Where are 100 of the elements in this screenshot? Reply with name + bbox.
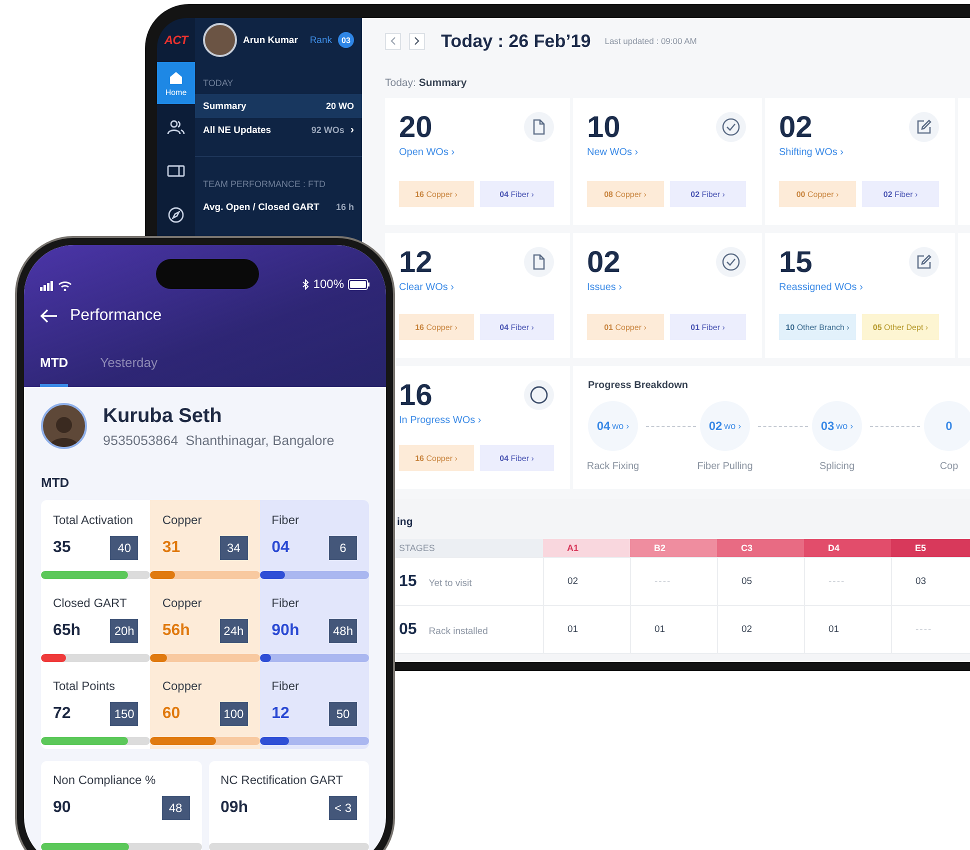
step-label: Fiber Pulling	[697, 461, 753, 472]
table-cell: ----	[630, 558, 717, 606]
metric-value: 65h	[53, 622, 81, 640]
document-icon	[532, 119, 546, 135]
avatar	[203, 23, 237, 57]
category-chip[interactable]: 02 Fiber ›	[862, 181, 939, 207]
category-chip[interactable]: 04 Fiber ›	[480, 314, 554, 340]
nav-item[interactable]: Home	[157, 62, 195, 104]
category-chip[interactable]: 16 Copper ›	[399, 445, 474, 471]
item-label: All NE Updates	[203, 124, 272, 136]
category-chip[interactable]: 01 Copper ›	[587, 314, 664, 340]
wo-count: 12	[399, 247, 432, 279]
category-chip[interactable]: 10 Other Branch ›	[779, 314, 856, 340]
column-header: E5	[891, 539, 970, 558]
category-chip[interactable]: 04 Fiber ›	[480, 181, 554, 207]
circle-icon	[530, 386, 548, 404]
avatar	[41, 403, 87, 449]
stage-name: Rack installed	[428, 626, 488, 636]
metric-value: 04	[272, 539, 290, 557]
stage-count: 15	[399, 572, 417, 590]
column-header: B2	[630, 539, 717, 558]
metric-value: 60	[162, 705, 180, 723]
metric-label: Fiber	[272, 679, 300, 693]
metric-value: 12	[272, 705, 290, 723]
wo-link[interactable]: Shifting WOs ›	[779, 147, 939, 158]
target-badge: 34	[220, 536, 248, 560]
category-chip[interactable]: 00 Copper ›	[779, 181, 856, 207]
target-badge: 100	[220, 702, 248, 726]
step-label: Rack Fixing	[586, 461, 640, 472]
wo-count: 02	[587, 247, 620, 279]
wifi-icon	[58, 281, 72, 291]
metric-label: Copper	[162, 596, 203, 610]
category-chip[interactable]: 16 Copper ›	[399, 181, 474, 207]
page-title: Today : 26 Feb’19	[441, 30, 591, 52]
document-icon	[532, 254, 546, 270]
category-chip[interactable]: 02 Fiber ›	[670, 181, 746, 207]
next-button[interactable]	[409, 32, 425, 50]
table-cell: 01	[543, 606, 630, 654]
panel-title: Progress Breakdown	[588, 380, 690, 391]
category-chip[interactable]: 05 Other Dept ›	[862, 314, 939, 340]
wo-link[interactable]: New WOs ›	[587, 147, 746, 158]
step-count[interactable]: 0	[924, 401, 970, 451]
metric-label: Closed GART	[53, 596, 128, 610]
metric-value: 90h	[272, 622, 300, 640]
table-cell: 02	[543, 558, 630, 606]
wo-link[interactable]: In Progress WOs ›	[399, 415, 554, 426]
step-label: Cop	[940, 461, 958, 472]
chevron-left-icon	[390, 37, 396, 45]
wo-count: 10	[587, 112, 620, 144]
stage-count: 05	[399, 620, 417, 638]
wo-link[interactable]: Open WOs ›	[399, 147, 554, 158]
user-name: Arun Kumar	[243, 34, 299, 46]
category-chip[interactable]: 04 Fiber ›	[480, 445, 554, 471]
target-badge: 50	[329, 702, 357, 726]
column-header: C3	[717, 539, 804, 558]
sidebar-item[interactable]: Avg. Open / Closed GART 16 h	[195, 195, 362, 219]
target-badge: < 3	[329, 796, 357, 820]
compass-icon	[168, 207, 184, 223]
metric-value: 90	[53, 799, 71, 817]
user-name: Kuruba Seth	[103, 404, 223, 428]
section-heading: Today: Summary	[385, 76, 468, 91]
metric-label: Total Activation	[53, 513, 134, 527]
last-updated: Last updated : 09:00 AM	[604, 36, 697, 46]
screen-title: Performance	[70, 307, 162, 325]
edit-icon	[916, 254, 932, 270]
rank-badge: 03	[338, 32, 354, 48]
stage-name: Yet to visit	[428, 578, 472, 588]
rank-label: Rank	[310, 34, 332, 46]
battery-percent: 100%	[313, 277, 344, 291]
column-header: D4	[804, 539, 891, 558]
tab[interactable]: MTD	[40, 341, 68, 387]
wo-link[interactable]: Reassigned WOs ›	[779, 282, 939, 293]
table-cell: 05	[717, 558, 804, 606]
location: Shanthinagar, Bangalore	[186, 432, 334, 448]
sidebar-item[interactable]: All NE Updates 92 WOs ›	[195, 118, 362, 142]
wo-count: 02	[779, 112, 812, 144]
edit-icon	[916, 119, 932, 135]
bluetooth-icon	[302, 278, 310, 290]
step-label: Splicing	[819, 461, 855, 472]
table-cell: 01	[630, 606, 717, 654]
step-count[interactable]: 02 wo ›	[700, 401, 750, 451]
target-badge: 24h	[220, 619, 248, 643]
tab[interactable]: Yesterday	[100, 341, 158, 387]
wo-link[interactable]: Clear WOs ›	[399, 282, 554, 293]
wo-link[interactable]: Issues ›	[587, 282, 746, 293]
table-cell: 02	[717, 606, 804, 654]
category-chip[interactable]: 01 Fiber ›	[670, 314, 746, 340]
section-title: TODAY	[202, 78, 234, 88]
target-badge: 6	[329, 536, 357, 560]
item-count: 16 h	[336, 202, 354, 212]
step-count[interactable]: 04 wo ›	[588, 401, 638, 451]
back-button[interactable]	[40, 309, 58, 323]
step-count[interactable]: 03 wo ›	[812, 401, 862, 451]
target-badge: 150	[110, 702, 138, 726]
section-heading: ing	[396, 515, 414, 530]
logo: ACT	[163, 32, 190, 49]
category-chip[interactable]: 16 Copper ›	[399, 314, 474, 340]
category-chip[interactable]: 08 Copper ›	[587, 181, 664, 207]
chevron-right-icon	[414, 37, 420, 45]
sidebar-item[interactable]: Summary 20 WO	[195, 94, 362, 118]
